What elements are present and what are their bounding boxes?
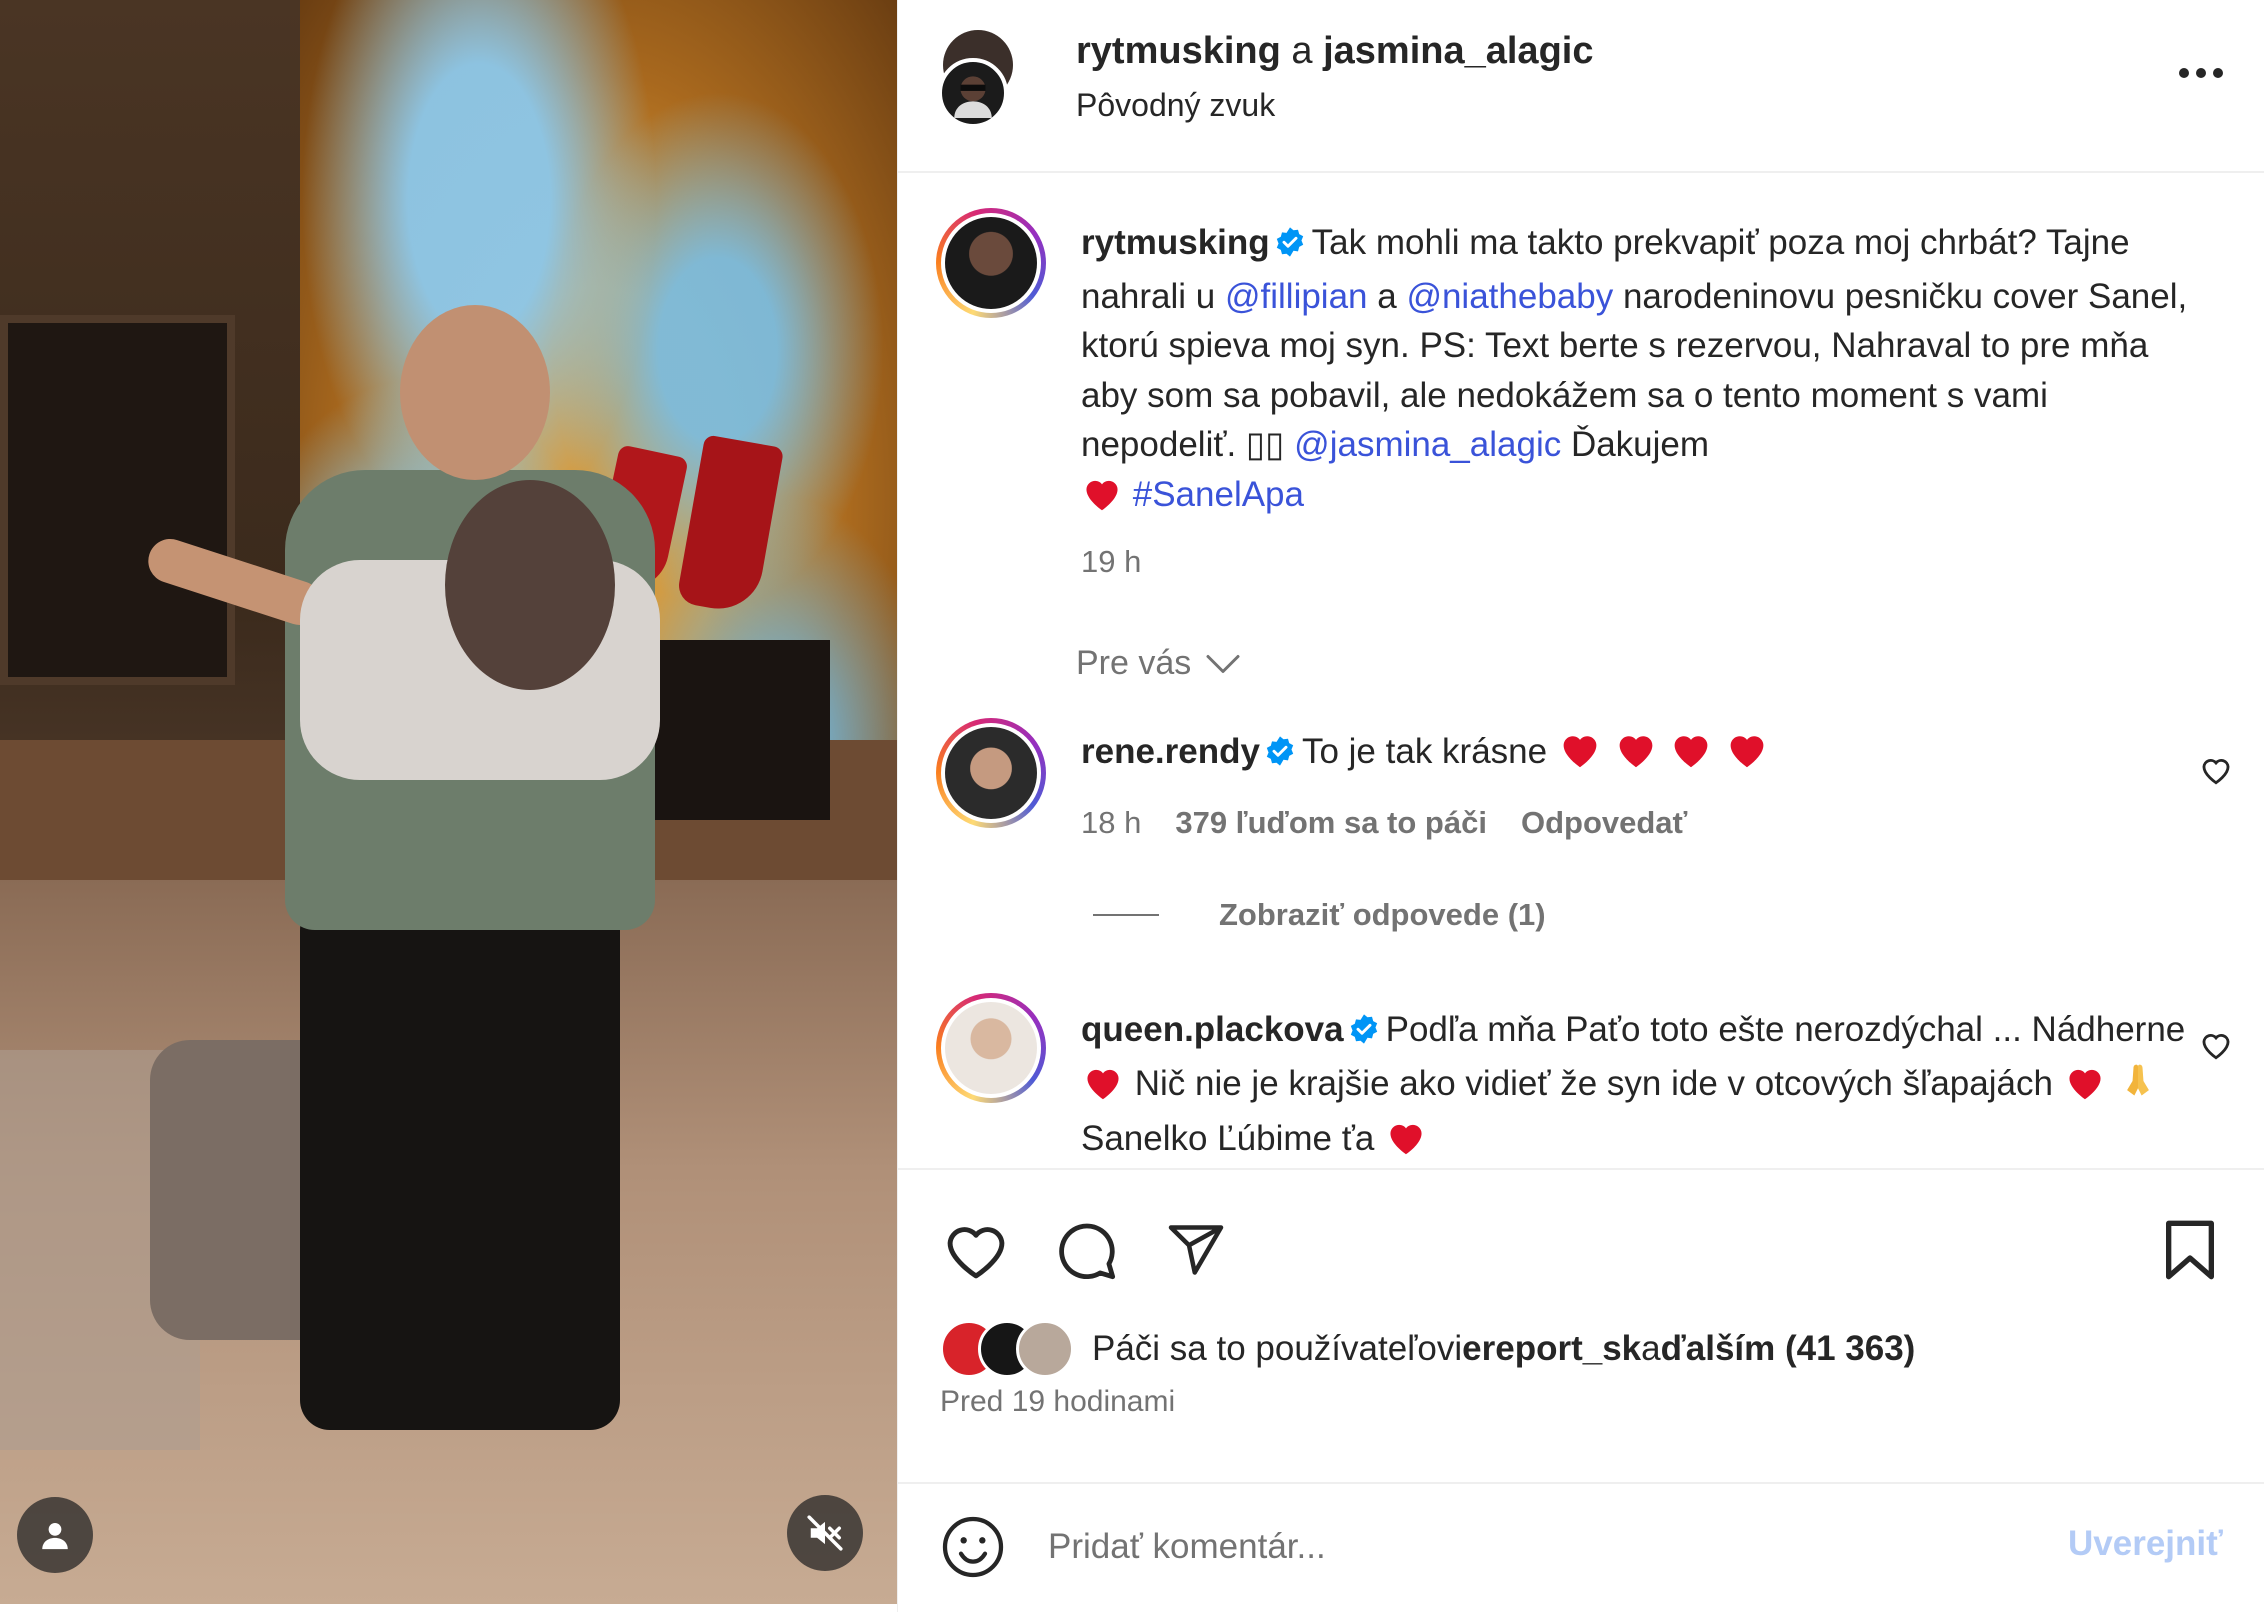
likes-connector: a xyxy=(1641,1329,1661,1368)
liker-avatar xyxy=(1016,1320,1074,1378)
red-heart-icon xyxy=(1081,1063,1125,1115)
post-caption: rytmusking Tak mohli ma takto prekvapiť p… xyxy=(1081,218,2201,587)
likes-prefix: Páči sa to používateľovi xyxy=(1092,1329,1463,1368)
tagged-users-button[interactable] xyxy=(17,1497,93,1573)
heart-icon xyxy=(2202,1034,2230,1060)
comment-item: rene.rendy To je tak krásne xyxy=(1081,727,2081,783)
post-actions-bar xyxy=(898,1210,2264,1300)
comment-item: queen.plackova Podľa mňa Paťo toto ešte n… xyxy=(1081,1005,2201,1170)
red-heart-icon xyxy=(1081,474,1123,526)
bookmark-icon xyxy=(2166,1220,2214,1280)
share-icon xyxy=(1168,1225,1224,1275)
emoji-picker-button[interactable] xyxy=(940,1514,1006,1580)
mention-link[interactable]: @fillipian xyxy=(1225,277,1368,316)
mention-link[interactable]: @niathebaby xyxy=(1406,277,1613,316)
caption-text: a xyxy=(1367,276,1407,316)
reply-button[interactable]: Odpovedať xyxy=(1521,805,1687,841)
verified-icon xyxy=(1264,731,1296,781)
mention-link[interactable]: @jasmina_alagic xyxy=(1294,425,1561,464)
filter-label: Pre vás xyxy=(1076,644,1192,682)
red-heart-icon xyxy=(1613,729,1659,783)
post-media-video[interactable] xyxy=(0,0,897,1604)
author-username[interactable]: rytmusking xyxy=(1076,30,1281,72)
comment-button[interactable] xyxy=(1046,1210,1126,1290)
heart-icon xyxy=(947,1227,1005,1279)
comment-like-button[interactable] xyxy=(2196,1025,2236,1065)
post-timestamp[interactable]: Pred 19 hodinami xyxy=(940,1385,1175,1419)
likes-summary: Páči sa to používateľovi ereport_sk a ďa… xyxy=(940,1320,1915,1378)
heart-icon xyxy=(2202,759,2230,785)
share-button[interactable] xyxy=(1156,1210,1236,1290)
emoji-icon xyxy=(942,1516,1004,1578)
liker-username[interactable]: ereport_sk xyxy=(1462,1329,1641,1369)
red-heart-icon xyxy=(1384,1118,1428,1170)
comment-icon xyxy=(1059,1223,1116,1280)
post-side-panel: rytmusking a jasmina_alagic Pôvodný zvuk… xyxy=(897,0,2264,1612)
caption-timestamp[interactable]: 19 h xyxy=(1081,537,2201,587)
authors-connector: a xyxy=(1291,30,1313,72)
comment-input[interactable] xyxy=(1048,1514,1948,1580)
comment-text: Nič nie je krajšie ako vidieť že syn ide… xyxy=(1125,1063,2063,1103)
more-icon xyxy=(2179,68,2223,78)
author-avatar[interactable] xyxy=(938,58,1008,128)
view-replies-button[interactable]: Zobraziť odpovede (1) xyxy=(1093,897,1546,933)
post-authors: rytmusking a jasmina_alagic xyxy=(1076,30,1593,73)
mute-icon xyxy=(807,1515,843,1551)
post-comment-button[interactable]: Uverejniť xyxy=(2068,1524,2223,1564)
hashtag-link[interactable]: #SanelApa xyxy=(1133,475,1304,514)
avatar-face xyxy=(954,76,992,118)
coauthor-username[interactable]: jasmina_alagic xyxy=(1323,30,1593,72)
red-heart-icon xyxy=(1724,729,1770,783)
replies-line xyxy=(1093,914,1159,916)
like-button[interactable] xyxy=(936,1210,1016,1290)
mute-toggle-button[interactable] xyxy=(787,1495,863,1571)
red-heart-icon xyxy=(1557,729,1603,783)
verified-icon xyxy=(1274,222,1306,272)
comments-filter-dropdown[interactable]: Pre vás xyxy=(1076,644,1241,683)
audio-link[interactable]: Pôvodný zvuk xyxy=(1076,87,1275,124)
comment-meta: 18 h 379 ľuďom sa to páči Odpovedať xyxy=(1081,805,1687,841)
red-heart-icon xyxy=(2063,1063,2107,1115)
caption-avatar[interactable] xyxy=(936,208,1046,318)
red-heart-icon xyxy=(1668,729,1714,783)
likes-others-count[interactable]: ďalším (41 363) xyxy=(1661,1329,1916,1369)
comment-like-button[interactable] xyxy=(2196,750,2236,790)
comment-timestamp[interactable]: 18 h xyxy=(1081,805,1141,841)
caption-text: Ďakujem xyxy=(1561,425,1710,464)
child-head xyxy=(445,480,615,690)
comment-avatar[interactable] xyxy=(936,718,1046,828)
caption-username[interactable]: rytmusking xyxy=(1081,223,1270,262)
add-comment-bar: Uverejniť xyxy=(898,1482,2264,1607)
user-tag-icon xyxy=(42,1522,68,1550)
tv-screen xyxy=(0,315,235,685)
comment-username[interactable]: rene.rendy xyxy=(1081,732,1260,771)
likers-avatars[interactable] xyxy=(940,1320,1080,1378)
header-divider xyxy=(898,171,2264,173)
person-legs xyxy=(300,900,620,1430)
view-replies-label: Zobraziť odpovede (1) xyxy=(1219,897,1546,932)
comment-avatar[interactable] xyxy=(936,993,1046,1103)
verified-icon xyxy=(1348,1009,1380,1059)
comment-text: Podľa mňa Paťo toto ešte nerozdýchal ...… xyxy=(1385,1010,2186,1049)
comment-text: To je tak krásne xyxy=(1301,732,1557,771)
folded-hands-icon xyxy=(2116,1061,2160,1115)
person-head xyxy=(400,305,550,480)
more-options-button[interactable] xyxy=(2166,48,2236,98)
comments-divider xyxy=(898,1168,2264,1170)
comment-text: Sanelko Ľúbime ťa xyxy=(1081,1119,1385,1158)
comment-username[interactable]: queen.plackova xyxy=(1081,1010,1344,1049)
fireplace xyxy=(640,640,830,820)
chevron-down-icon xyxy=(1206,654,1240,673)
comment-likes-count[interactable]: 379 ľuďom sa to páči xyxy=(1175,805,1487,841)
save-button[interactable] xyxy=(2150,1210,2230,1290)
